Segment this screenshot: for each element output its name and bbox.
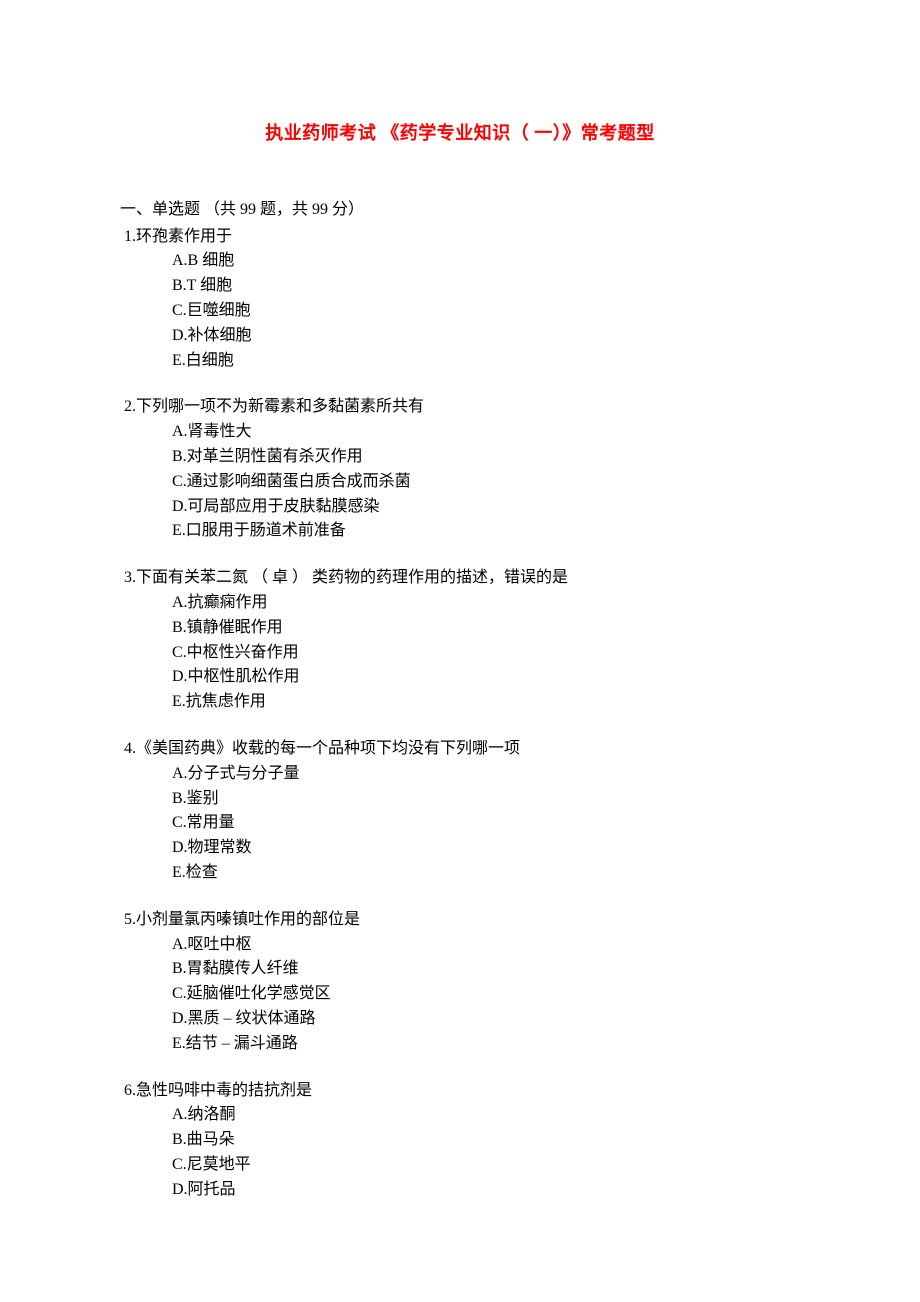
options: A.呕吐中枢B.胃黏膜传人纤维C.延脑催吐化学感觉区D.黑质 – 纹状体通路E.…: [120, 933, 800, 1057]
question-stem: 1.环孢素作用于: [120, 225, 800, 250]
option: E.检查: [172, 861, 800, 886]
options: A.纳洛酮B.曲马朵C.尼莫地平D.阿托品: [120, 1103, 800, 1202]
section-header: 一、单选题 （共 99 题，共 99 分）: [120, 198, 800, 223]
option: D.阿托品: [172, 1178, 800, 1203]
option: C.尼莫地平: [172, 1153, 800, 1178]
question: 2.下列哪一项不为新霉素和多黏菌素所共有A.肾毒性大B.对革兰阴性菌有杀灭作用C…: [120, 395, 800, 544]
option: A.抗癫痫作用: [172, 591, 800, 616]
option: C.中枢性兴奋作用: [172, 641, 800, 666]
option: C.延脑催吐化学感觉区: [172, 982, 800, 1007]
option: C.通过影响细菌蛋白质合成而杀菌: [172, 470, 800, 495]
options: A.抗癫痫作用B.镇静催眠作用C.中枢性兴奋作用D.中枢性肌松作用E.抗焦虑作用: [120, 591, 800, 715]
option: D.物理常数: [172, 836, 800, 861]
options: A.B 细胞B.T 细胞C.巨噬细胞D.补体细胞E.白细胞: [120, 249, 800, 373]
option: A.呕吐中枢: [172, 933, 800, 958]
question-stem: 2.下列哪一项不为新霉素和多黏菌素所共有: [120, 395, 800, 420]
option: E.抗焦虑作用: [172, 690, 800, 715]
question: 1.环孢素作用于A.B 细胞B.T 细胞C.巨噬细胞D.补体细胞E.白细胞: [120, 225, 800, 374]
question: 5.小剂量氯丙嗪镇吐作用的部位是A.呕吐中枢B.胃黏膜传人纤维C.延脑催吐化学感…: [120, 908, 800, 1057]
option: B.曲马朵: [172, 1128, 800, 1153]
questions-container: 1.环孢素作用于A.B 细胞B.T 细胞C.巨噬细胞D.补体细胞E.白细胞 2.下…: [120, 225, 800, 1203]
option: D.中枢性肌松作用: [172, 665, 800, 690]
option: A.肾毒性大: [172, 420, 800, 445]
document-title: 执业药师考试 《药学专业知识（ 一）》常考题型: [120, 120, 800, 148]
question: 6.急性吗啡中毒的拮抗剂是A.纳洛酮B.曲马朵C.尼莫地平D.阿托品: [120, 1079, 800, 1203]
option: B.对革兰阴性菌有杀灭作用: [172, 445, 800, 470]
question-stem: 5.小剂量氯丙嗪镇吐作用的部位是: [120, 908, 800, 933]
option: D.可局部应用于皮肤黏膜感染: [172, 495, 800, 520]
option: B.胃黏膜传人纤维: [172, 957, 800, 982]
question-stem: 6.急性吗啡中毒的拮抗剂是: [120, 1079, 800, 1104]
option: D.补体细胞: [172, 324, 800, 349]
option: C.常用量: [172, 811, 800, 836]
option: E.结节 – 漏斗通路: [172, 1032, 800, 1057]
option: A.纳洛酮: [172, 1103, 800, 1128]
option: B.镇静催眠作用: [172, 616, 800, 641]
question-stem: 3.下面有关苯二氮 （ 卓 ） 类药物的药理作用的描述，错误的是: [120, 566, 800, 591]
option: D.黑质 – 纹状体通路: [172, 1007, 800, 1032]
option: E.白细胞: [172, 349, 800, 374]
options: A.分子式与分子量B.鉴别C.常用量D.物理常数E.检查: [120, 762, 800, 886]
question-stem: 4.《美国药典》收载的每一个品种项下均没有下列哪一项: [120, 737, 800, 762]
option: E.口服用于肠道术前准备: [172, 519, 800, 544]
options: A.肾毒性大B.对革兰阴性菌有杀灭作用C.通过影响细菌蛋白质合成而杀菌D.可局部…: [120, 420, 800, 544]
question: 4.《美国药典》收载的每一个品种项下均没有下列哪一项A.分子式与分子量B.鉴别C…: [120, 737, 800, 886]
option: A.分子式与分子量: [172, 762, 800, 787]
question: 3.下面有关苯二氮 （ 卓 ） 类药物的药理作用的描述，错误的是A.抗癫痫作用B…: [120, 566, 800, 715]
option: A.B 细胞: [172, 249, 800, 274]
option: B.鉴别: [172, 787, 800, 812]
option: B.T 细胞: [172, 274, 800, 299]
option: C.巨噬细胞: [172, 299, 800, 324]
